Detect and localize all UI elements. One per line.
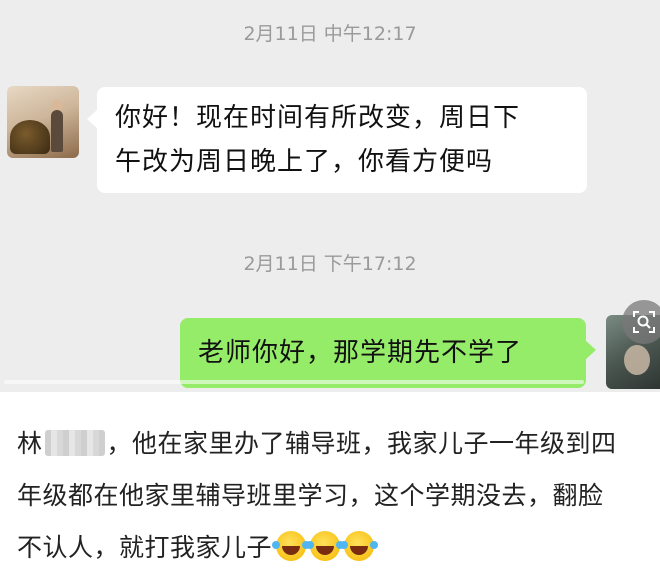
scan-button[interactable] bbox=[622, 300, 660, 344]
scan-icon bbox=[633, 311, 655, 333]
received-message-line: 你好！现在时间有所改变，周日下 bbox=[115, 103, 521, 133]
redacted-name-blur bbox=[44, 430, 105, 456]
sent-message-bubble[interactable]: 老师你好，那学期先不学了 bbox=[180, 318, 596, 388]
received-message-bubble[interactable]: 你好！现在时间有所改变，周日下 午改为周日晚上了，你看方便吗 bbox=[87, 87, 587, 193]
caption-line: 年级都在他家里辅导班里学习，这个学期没去，翻脸 bbox=[17, 481, 604, 510]
avatar-face bbox=[624, 345, 650, 375]
timestamp: 2月11日 中午12:17 bbox=[243, 23, 417, 45]
timestamp: 2月11日 下午17:12 bbox=[243, 253, 417, 275]
video-progress-bar[interactable] bbox=[4, 380, 584, 384]
caption-name: 林 bbox=[17, 429, 43, 458]
caption-line: 不认人，就打我家儿子 bbox=[17, 522, 657, 574]
tears-of-joy-emoji-icon bbox=[340, 531, 375, 561]
received-message-text: 你好！现在时间有所改变，周日下 午改为周日晚上了，你看方便吗 bbox=[115, 96, 575, 184]
sent-message-text: 老师你好，那学期先不学了 bbox=[198, 338, 523, 368]
caption-line: 林 ，他在家里办了辅导班，我家儿子一年级到四 bbox=[17, 418, 657, 470]
contact-avatar[interactable] bbox=[7, 86, 79, 158]
bubble-tail bbox=[87, 109, 98, 129]
bubble-tail bbox=[585, 340, 596, 360]
tears-of-joy-emoji-icon bbox=[272, 531, 307, 561]
avatar-bush bbox=[10, 120, 50, 154]
caption-text: 不认人，就打我家儿子 bbox=[17, 533, 273, 562]
tears-of-joy-emoji-icon bbox=[306, 531, 341, 561]
received-message-line: 午改为周日晚上了，你看方便吗 bbox=[115, 147, 494, 177]
avatar-person bbox=[51, 110, 63, 152]
caption-text: ，他在家里办了辅导班，我家儿子一年级到四 bbox=[106, 429, 617, 458]
chat-screenshot: 2月11日 中午12:17 你好！现在时间有所改变，周日下 午改为周日晚上了，你… bbox=[0, 0, 660, 392]
article-caption: 林 ，他在家里办了辅导班，我家儿子一年级到四 年级都在他家里辅导班里学习，这个学期… bbox=[17, 418, 657, 574]
